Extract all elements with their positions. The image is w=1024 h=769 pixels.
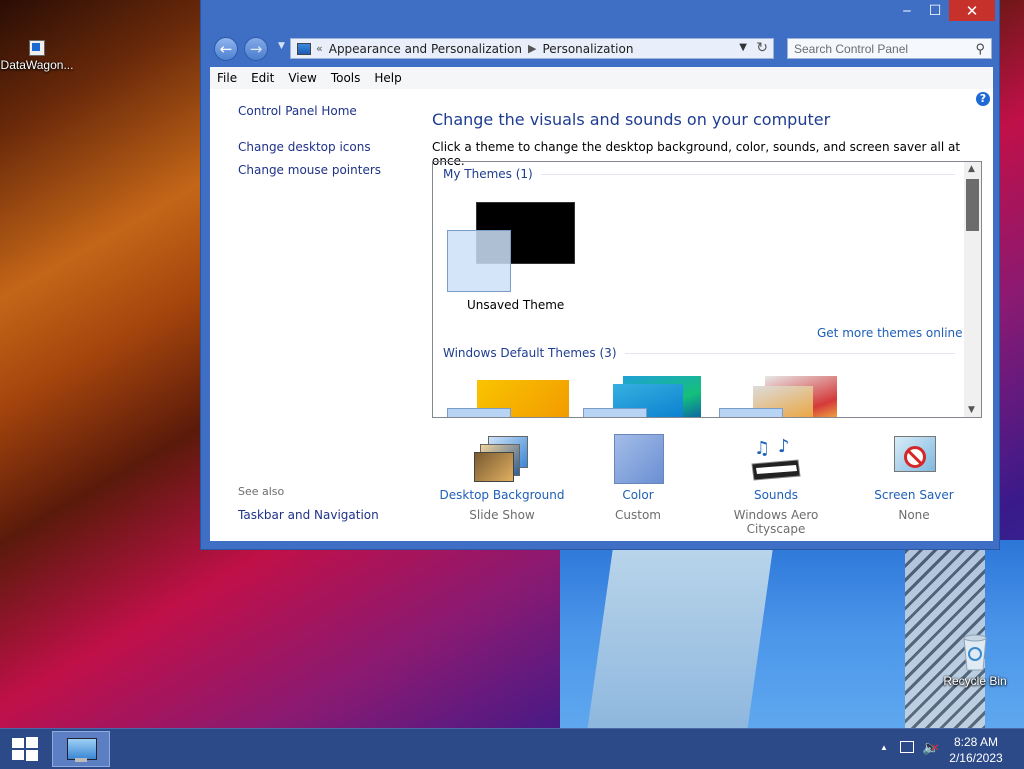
control-panel-icon [67, 738, 97, 760]
clock-date: 2/16/2023 [949, 751, 1003, 765]
left-pane: Control Panel Home Change desktop icons … [210, 89, 420, 541]
breadcrumb-item[interactable]: Appearance and Personalization [329, 42, 522, 56]
desktop-icon-label: Recycle Bin [943, 674, 1007, 688]
menu-help[interactable]: Help [367, 71, 408, 85]
theme-list-scrollbar[interactable]: ▲ ▼ [964, 162, 981, 417]
window-controls: ‒ ☐ ✕ [893, 0, 995, 21]
volume-muted-icon[interactable]: 🔈 ✕ [922, 739, 939, 756]
get-more-themes-link[interactable]: Get more themes online [817, 326, 963, 340]
color-label[interactable]: Color [568, 488, 708, 502]
scroll-up-icon[interactable]: ▲ [968, 164, 975, 174]
breadcrumb-item[interactable]: Personalization [542, 42, 633, 56]
search-placeholder: Search Control Panel [794, 42, 909, 56]
taskbar: ▲ 🔈 ✕ 8:28 AM 2/16/2023 [0, 728, 1024, 769]
theme-list: My Themes (1) Unsaved Theme Get more the… [432, 161, 982, 418]
breadcrumb-overflow[interactable]: « [316, 42, 323, 55]
navigation-bar: ← → ▼ « Appearance and Personalization ▶… [212, 36, 992, 62]
taskbar-control-panel-button[interactable] [52, 731, 110, 767]
desktop-background-icon [474, 434, 530, 482]
my-themes-label: My Themes (1) [443, 167, 533, 181]
menu-file[interactable]: File [210, 71, 244, 85]
clock[interactable]: 8:28 AM 2/16/2023 [946, 734, 1006, 766]
clock-time: 8:28 AM [953, 735, 999, 749]
maximize-button[interactable]: ☐ [921, 0, 949, 21]
menu-tools[interactable]: Tools [324, 71, 368, 85]
screen-saver-value: None [898, 508, 930, 522]
screen-saver-icon [886, 434, 942, 482]
personalization-window: ‒ ☐ ✕ ← → ▼ « Appearance and Personaliza… [201, 0, 999, 549]
scrollbar-thumb[interactable] [966, 179, 979, 231]
help-icon[interactable]: ? [976, 92, 990, 106]
back-button[interactable]: ← [214, 37, 238, 61]
recent-pages-dropdown-icon[interactable]: ▼ [278, 41, 285, 51]
desktop-icon-datawagon[interactable]: DataWagon... [0, 40, 75, 72]
desktop-icon-label: DataWagon... [0, 58, 74, 72]
theme-preview-window [447, 230, 511, 292]
taskbar-and-navigation-link[interactable]: Taskbar and Navigation [238, 508, 379, 522]
control-panel-home-link[interactable]: Control Panel Home [238, 104, 357, 118]
default-theme-tile-1[interactable] [447, 380, 577, 417]
scroll-down-icon[interactable]: ▼ [968, 405, 975, 415]
address-dropdown-icon[interactable]: ▼ [739, 42, 747, 53]
control-panel-icon [297, 42, 311, 55]
desktop-background-value: Slide Show [469, 508, 535, 522]
wallpaper-building [587, 550, 773, 730]
page-title: Change the visuals and sounds on your co… [432, 110, 831, 129]
screen-saver-setting[interactable]: Screen Saver None [844, 434, 984, 522]
theme-settings: Desktop Background Slide Show Color Cust… [432, 434, 992, 536]
screen-saver-label[interactable]: Screen Saver [844, 488, 984, 502]
desktop-background-setting[interactable]: Desktop Background Slide Show [432, 434, 572, 522]
unsaved-theme-tile[interactable]: Unsaved Theme [445, 198, 585, 318]
default-theme-tile-3[interactable] [719, 376, 849, 417]
content-area: Control Panel Home Change desktop icons … [210, 89, 993, 541]
default-theme-tile-2[interactable] [583, 376, 713, 417]
sounds-label[interactable]: Sounds [706, 488, 846, 502]
sounds-icon: ♫ ♪ [748, 434, 804, 482]
menu-bar: File Edit View Tools Help [210, 67, 993, 90]
menu-edit[interactable]: Edit [244, 71, 281, 85]
svg-text:♫: ♫ [754, 438, 770, 459]
shortcut-icon [29, 40, 45, 56]
svg-text:♪: ♪ [778, 436, 790, 457]
forward-button[interactable]: → [244, 37, 268, 61]
sounds-setting[interactable]: ♫ ♪ Sounds Windows Aero Cityscape [706, 434, 846, 536]
default-themes-group: Windows Default Themes (3) [443, 346, 955, 360]
recycle-bin-icon [960, 632, 990, 672]
refresh-icon[interactable]: ↻ [756, 40, 768, 56]
change-desktop-icons-link[interactable]: Change desktop icons [238, 140, 371, 154]
change-mouse-pointers-link[interactable]: Change mouse pointers [238, 163, 381, 177]
color-value: Custom [615, 508, 661, 522]
address-bar[interactable]: « Appearance and Personalization ▶ Perso… [290, 38, 774, 59]
sounds-value: Windows Aero Cityscape [733, 508, 819, 536]
close-button[interactable]: ✕ [949, 0, 995, 21]
show-hidden-icons-button[interactable]: ▲ [880, 743, 888, 752]
search-icon[interactable]: ⚲ [975, 41, 985, 57]
my-themes-group: My Themes (1) [443, 167, 955, 181]
breadcrumb-separator-icon[interactable]: ▶ [528, 42, 536, 55]
system-tray: ▲ 🔈 ✕ 8:28 AM 2/16/2023 [864, 729, 1024, 769]
desktop-icon-recycle-bin[interactable]: Recycle Bin [937, 632, 1013, 688]
search-input[interactable]: Search Control Panel ⚲ [787, 38, 992, 59]
unsaved-theme-label: Unsaved Theme [467, 298, 565, 312]
start-button[interactable] [12, 737, 38, 761]
default-themes-label: Windows Default Themes (3) [443, 346, 617, 360]
see-also-label: See also [238, 485, 285, 498]
network-icon[interactable] [900, 741, 914, 753]
color-icon [610, 434, 666, 484]
desktop-background-label[interactable]: Desktop Background [432, 488, 572, 502]
minimize-button[interactable]: ‒ [893, 0, 921, 21]
color-setting[interactable]: Color Custom [568, 434, 708, 522]
menu-view[interactable]: View [281, 71, 323, 85]
